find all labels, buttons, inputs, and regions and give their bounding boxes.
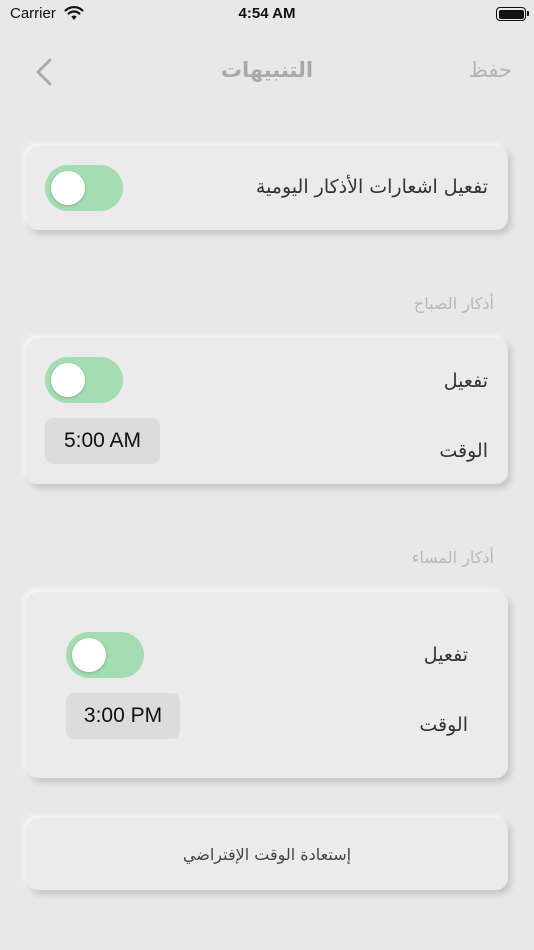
- save-button[interactable]: حفظ: [468, 58, 512, 82]
- status-time: 4:54 AM: [238, 5, 296, 22]
- daily-notifications-toggle[interactable]: [45, 165, 123, 211]
- morning-time-label: الوقت: [439, 440, 488, 462]
- restore-default-time-button[interactable]: إستعادة الوقت الإفتراضي: [26, 818, 508, 890]
- battery-level: [498, 9, 524, 19]
- toggle-knob: [51, 363, 85, 397]
- status-bar: Carrier 4:54 AM: [0, 0, 534, 30]
- navigation-bar: التنبيهات حفظ: [0, 46, 534, 96]
- evening-time-picker[interactable]: 3:00 PM: [66, 693, 180, 739]
- evening-enable-toggle[interactable]: [66, 632, 144, 678]
- evening-time-label: الوقت: [419, 714, 468, 736]
- morning-enable-toggle[interactable]: [45, 357, 123, 403]
- battery-icon: [496, 7, 529, 21]
- toggle-knob: [72, 638, 106, 672]
- morning-time-picker[interactable]: 5:00 AM: [45, 418, 160, 464]
- morning-section-header: أذكار الصباح: [413, 294, 494, 313]
- morning-enable-label: تفعيل: [443, 370, 488, 392]
- toggle-knob: [51, 171, 85, 205]
- restore-default-time-label: إستعادة الوقت الإفتراضي: [182, 844, 352, 864]
- evening-section-header: أذكار المساء: [411, 548, 494, 567]
- page-title: التنبيهات: [220, 58, 314, 82]
- evening-card: تفعيل 3:00 PM الوقت: [26, 592, 508, 778]
- morning-card: تفعيل 5:00 AM الوقت: [26, 338, 508, 484]
- daily-notifications-label: تفعيل اشعارات الأذكار اليومية: [255, 176, 488, 198]
- evening-enable-label: تفعيل: [423, 644, 468, 666]
- daily-notifications-card: تفعيل اشعارات الأذكار اليومية: [26, 146, 508, 230]
